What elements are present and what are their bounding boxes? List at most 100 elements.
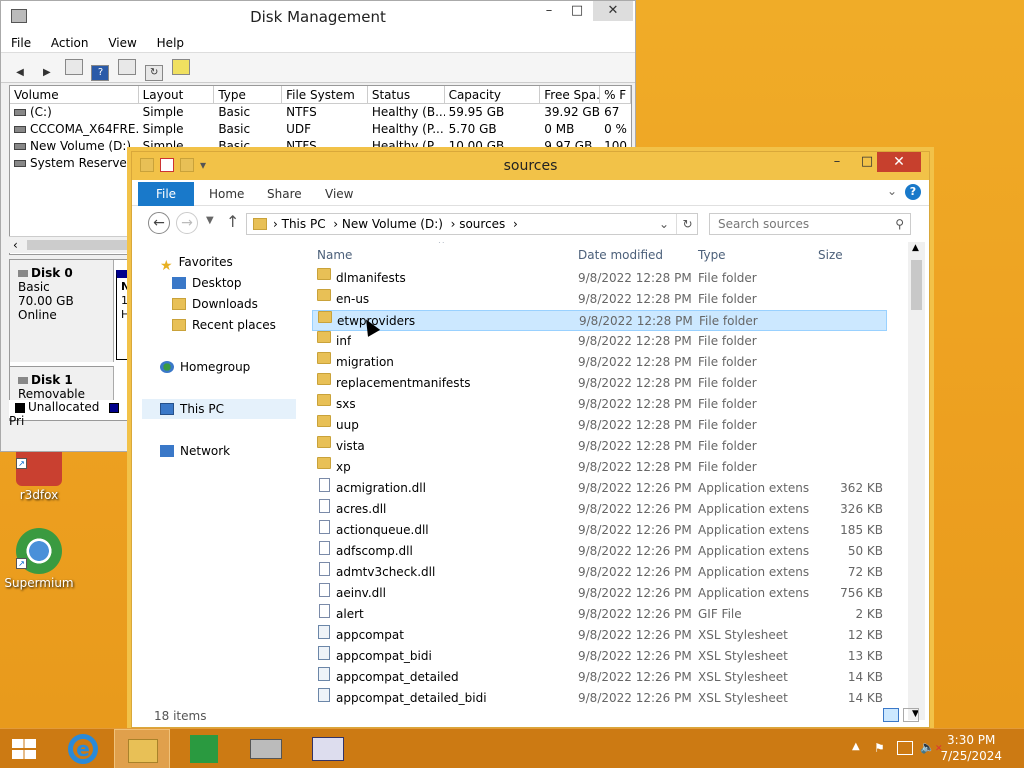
- folder-row[interactable]: migration 9/8/2022 12:28 PM File folder: [312, 352, 887, 373]
- properties-icon[interactable]: [118, 59, 137, 75]
- taskbar-disk-management[interactable]: [300, 729, 356, 768]
- nav-homegroup[interactable]: Homegroup: [160, 357, 250, 377]
- nav-network[interactable]: Network: [160, 441, 230, 461]
- action-center-icon[interactable]: ⚑: [874, 741, 888, 755]
- maximize-button[interactable]: □: [562, 1, 592, 21]
- refresh-icon[interactable]: ↻: [145, 65, 164, 81]
- col-type[interactable]: Type: [214, 86, 283, 103]
- titlebar[interactable]: ▾ sources – □ ✕: [132, 152, 929, 180]
- address-bar[interactable]: › This PC › New Volume (D:) › sources › …: [246, 213, 698, 235]
- breadcrumb-this-pc[interactable]: This PC: [282, 217, 326, 231]
- file-row[interactable]: actionqueue.dll 9/8/2022 12:26 PM Applicat…: [312, 520, 887, 541]
- folder-row[interactable]: inf 9/8/2022 12:28 PM File folder: [312, 331, 887, 352]
- tab-file[interactable]: File: [138, 182, 194, 206]
- folder-row[interactable]: dlmanifests 9/8/2022 12:28 PM File folder: [312, 268, 887, 289]
- folder-row[interactable]: etwproviders 9/8/2022 12:28 PM File folder: [312, 310, 887, 331]
- menu-view[interactable]: View: [108, 33, 136, 53]
- close-button[interactable]: ✕: [877, 152, 921, 172]
- file-row[interactable]: alert 9/8/2022 12:26 PM GIF File 2 KB: [312, 604, 887, 625]
- menu-help[interactable]: Help: [157, 33, 184, 53]
- tab-share[interactable]: Share: [267, 182, 302, 206]
- taskbar-printer[interactable]: [238, 729, 294, 768]
- scroll-left-icon[interactable]: ‹: [13, 238, 18, 252]
- console-icon[interactable]: [64, 59, 83, 75]
- disk-0-info[interactable]: Disk 0 Basic 70.00 GB Online: [10, 260, 114, 362]
- help-icon[interactable]: ?: [91, 65, 110, 81]
- refresh-button[interactable]: ↻: [676, 214, 698, 234]
- volume-row[interactable]: (C:) Simple Basic NTFS Healthy (B... 59.95 GB…: [10, 104, 631, 121]
- file-row[interactable]: aeinv.dll 9/8/2022 12:26 PM Application ex…: [312, 583, 887, 604]
- scrollbar-thumb[interactable]: [27, 240, 131, 250]
- nav-desktop[interactable]: Desktop: [172, 273, 242, 293]
- search-icon[interactable]: ⚲: [895, 214, 904, 234]
- scrollbar-thumb[interactable]: [911, 260, 922, 310]
- up-icon[interactable]: ↑: [226, 212, 239, 231]
- folder-row[interactable]: xp 9/8/2022 12:28 PM File folder: [312, 457, 887, 478]
- vertical-scrollbar[interactable]: ▲ ▼: [908, 242, 925, 720]
- horizontal-scrollbar[interactable]: ‹: [9, 236, 133, 253]
- tab-home[interactable]: Home: [209, 182, 244, 206]
- back-icon[interactable]: ◀: [11, 66, 29, 82]
- col-volume[interactable]: Volume: [10, 86, 139, 103]
- breadcrumb-sources[interactable]: sources: [459, 217, 505, 231]
- folder-row[interactable]: sxs 9/8/2022 12:28 PM File folder: [312, 394, 887, 415]
- col-name[interactable]: Name: [317, 248, 352, 262]
- rescan-icon[interactable]: [171, 59, 190, 75]
- expand-ribbon-icon[interactable]: ⌄: [887, 184, 897, 198]
- tab-view[interactable]: View: [325, 182, 353, 206]
- show-hidden-icons-icon[interactable]: ▲: [852, 741, 860, 752]
- taskbar-store[interactable]: [176, 729, 232, 768]
- nav-downloads[interactable]: Downloads: [172, 294, 258, 314]
- nav-favorites[interactable]: ★ Favorites: [160, 252, 233, 274]
- breadcrumb-new-volume[interactable]: New Volume (D:): [342, 217, 443, 231]
- file-row[interactable]: appcompat_detailed 9/8/2022 12:26 PM XSL S…: [312, 667, 887, 688]
- scroll-up-icon[interactable]: ▲: [912, 243, 919, 253]
- col-free-space[interactable]: Free Spa...: [540, 86, 601, 103]
- forward-icon[interactable]: ▶: [38, 66, 56, 82]
- help-icon[interactable]: ?: [905, 184, 921, 200]
- volume-muted-icon[interactable]: 🔈✕: [920, 740, 943, 754]
- file-row[interactable]: admtv3check.dll 9/8/2022 12:26 PM Applicat…: [312, 562, 887, 583]
- network-tray-icon[interactable]: [897, 741, 913, 755]
- file-row[interactable]: appcompat 9/8/2022 12:26 PM XSL Stylesheet…: [312, 625, 887, 646]
- titlebar[interactable]: Disk Management – □ ✕: [1, 1, 635, 33]
- clock[interactable]: 3:30 PM 7/25/2024: [940, 732, 1002, 764]
- col-capacity[interactable]: Capacity: [445, 86, 541, 103]
- file-row[interactable]: adfscomp.dll 9/8/2022 12:26 PM Application…: [312, 541, 887, 562]
- folder-row[interactable]: uup 9/8/2022 12:28 PM File folder: [312, 415, 887, 436]
- forward-button[interactable]: →: [176, 212, 198, 234]
- volume-row[interactable]: CCCOMA_X64FRE... Simple Basic UDF Healthy (P…: [10, 121, 631, 138]
- folder-row[interactable]: en-us 9/8/2022 12:28 PM File folder: [312, 289, 887, 310]
- col-type[interactable]: Type: [698, 248, 726, 262]
- back-button[interactable]: ←: [148, 212, 170, 234]
- nav-this-pc[interactable]: This PC: [160, 399, 224, 419]
- col-filesystem[interactable]: File System: [282, 86, 368, 103]
- large-icons-view-icon[interactable]: [903, 708, 919, 722]
- col-status[interactable]: Status: [368, 86, 445, 103]
- file-row[interactable]: acres.dll 9/8/2022 12:26 PM Application ex…: [312, 499, 887, 520]
- taskbar-file-explorer[interactable]: [114, 729, 170, 768]
- col-size[interactable]: Size: [818, 248, 843, 262]
- menu-file[interactable]: File: [11, 33, 31, 53]
- taskbar-internet-explorer[interactable]: e: [56, 729, 112, 768]
- search-input[interactable]: Search sources ⚲: [709, 213, 911, 235]
- file-row[interactable]: appcompat_bidi 9/8/2022 12:26 PM XSL Style…: [312, 646, 887, 667]
- nav-recent-places[interactable]: Recent places: [172, 315, 276, 335]
- desktop-icon-supermium[interactable]: Supermium ↗: [4, 528, 74, 590]
- close-button[interactable]: ✕: [593, 1, 633, 21]
- col-layout[interactable]: Layout: [139, 86, 215, 103]
- address-dropdown-icon[interactable]: ⌄: [659, 214, 669, 234]
- start-button[interactable]: [0, 729, 48, 768]
- disk-1-info[interactable]: Disk 1 Removable (E:): [10, 366, 114, 415]
- recent-locations-icon[interactable]: ▼: [206, 215, 214, 226]
- folder-row[interactable]: vista 9/8/2022 12:28 PM File folder: [312, 436, 887, 457]
- col-date-modified[interactable]: Date modified: [578, 248, 663, 262]
- folder-row[interactable]: replacementmanifests 9/8/2022 12:28 PM Fil…: [312, 373, 887, 394]
- minimize-button[interactable]: –: [822, 152, 852, 172]
- col-percent-free[interactable]: % F: [600, 86, 631, 103]
- file-row[interactable]: acmigration.dll 9/8/2022 12:26 PM Applicat…: [312, 478, 887, 499]
- menu-action[interactable]: Action: [51, 33, 89, 53]
- file-type: Application extens...: [698, 565, 810, 579]
- details-view-icon[interactable]: [883, 708, 899, 722]
- minimize-button[interactable]: –: [534, 1, 564, 21]
